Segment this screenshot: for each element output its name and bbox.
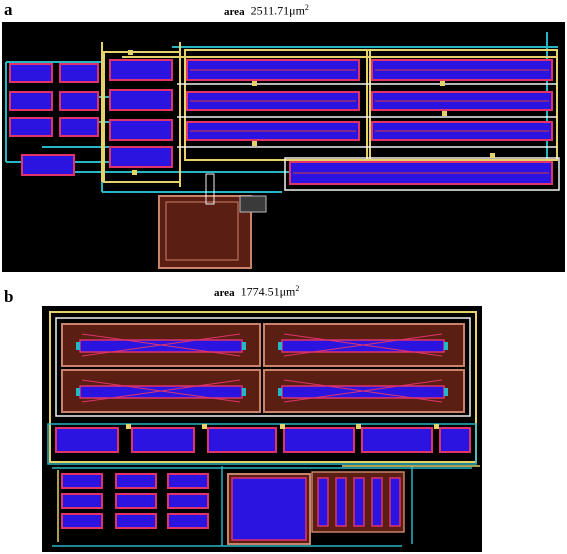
- layout-a: [2, 22, 565, 272]
- panel-a-area-caption: area 2511.71μm2: [224, 3, 309, 19]
- panel-b-area-exponent: 2: [295, 284, 300, 293]
- panel-b-letter: b: [4, 287, 14, 306]
- panel-b-area-label: area: [214, 286, 235, 299]
- panel-a-area-exponent: 2: [304, 3, 309, 12]
- panel-b-area-value: 1774.51μm: [240, 284, 296, 299]
- layout-b: [42, 306, 482, 552]
- layout-b-drawing: [47, 311, 480, 547]
- panel-a-letter: a: [4, 0, 13, 19]
- panel-a-area-label: area: [224, 5, 245, 18]
- panel-a-area-value: 2511.71μm: [250, 3, 305, 18]
- layout-a-drawing: [5, 32, 560, 269]
- panel-b-area-caption: area 1774.51μm2: [214, 284, 299, 300]
